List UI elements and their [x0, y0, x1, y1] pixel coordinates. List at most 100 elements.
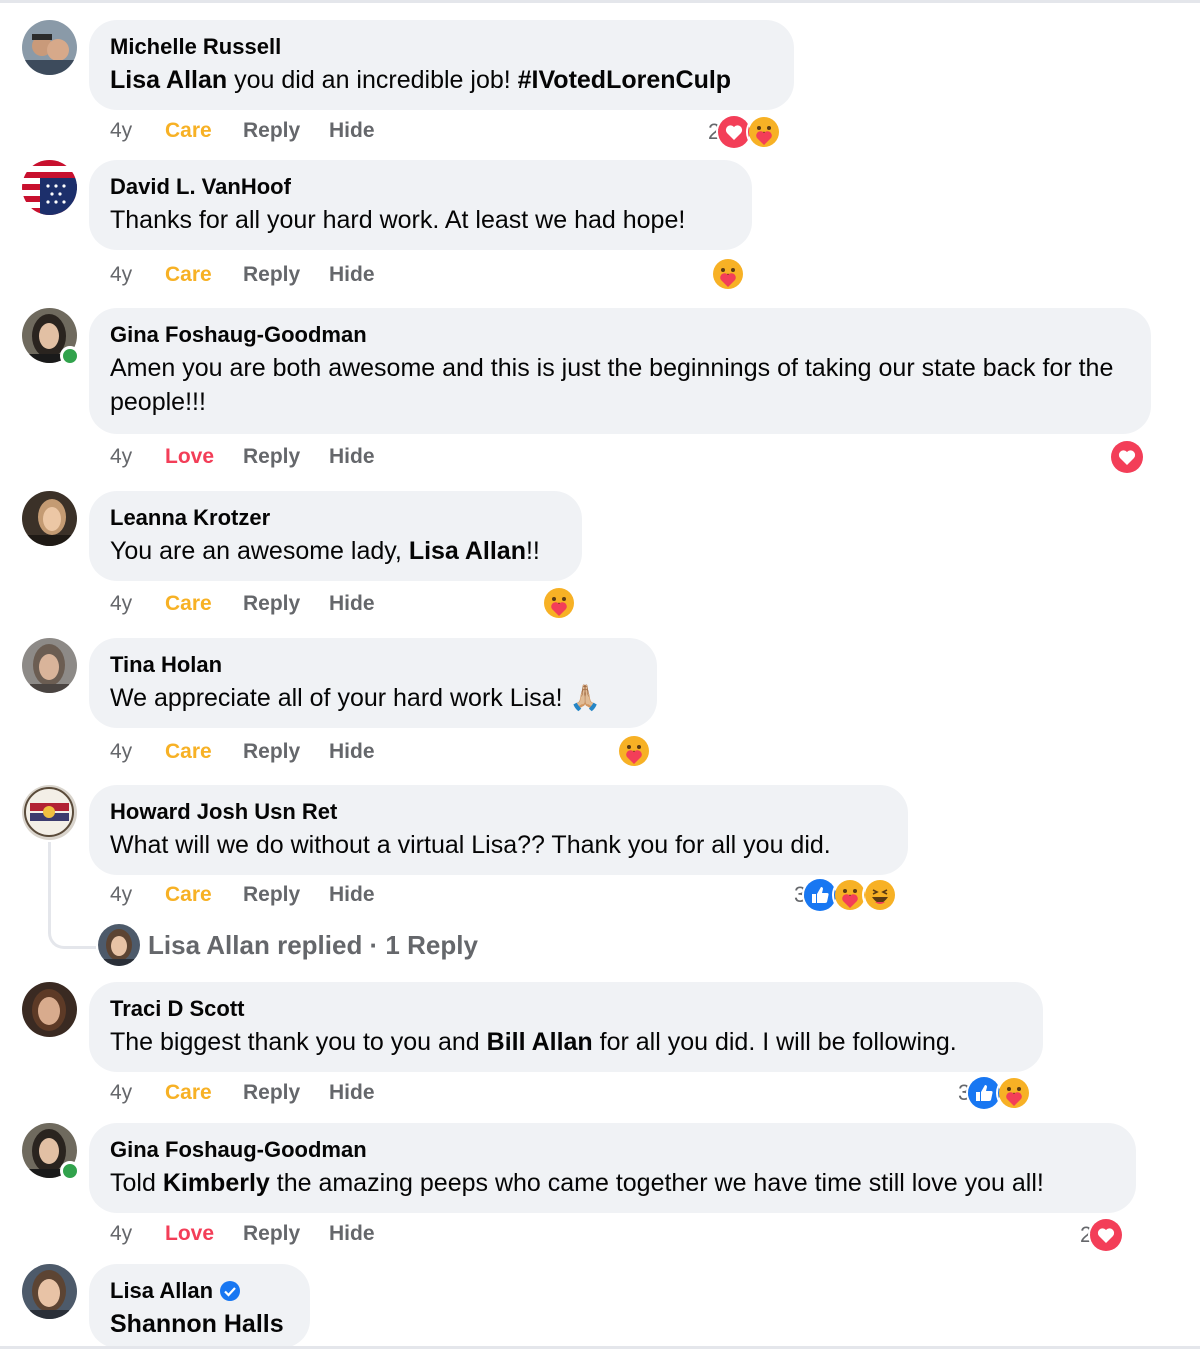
comment-text: What will we do without a virtual Lisa??… [110, 831, 831, 859]
avatar[interactable] [22, 20, 77, 75]
hide-button[interactable]: Hide [329, 263, 375, 287]
heart-icon [1109, 439, 1145, 475]
comment-bubble: Leanna Krotzer You are an awesome lady, … [89, 491, 582, 581]
timestamp[interactable]: 4y [110, 445, 165, 469]
comment-author[interactable]: Tina Holan [110, 651, 636, 679]
reply-button[interactable]: Reply [243, 119, 329, 143]
reply-button[interactable]: Reply [243, 592, 329, 616]
mention-link[interactable]: Bill Allan [487, 1028, 593, 1056]
react-button[interactable]: Care [165, 740, 243, 764]
reaction-summary[interactable]: 3 [958, 1075, 1033, 1111]
react-button[interactable]: Love [165, 1222, 243, 1246]
care-icon [541, 585, 577, 621]
hashtag-link[interactable]: #IVotedLorenCulp [518, 66, 731, 94]
comment-bubble: Michelle Russell Lisa Allan you did an i… [89, 20, 794, 110]
reply-button[interactable]: Reply [243, 445, 329, 469]
comment-text: Shannon Halls [110, 1307, 289, 1341]
comment-text: Amen you are both awesome and this is ju… [110, 354, 1114, 416]
comment-text: Thanks for all your hard work. At least … [110, 206, 686, 234]
react-button[interactable]: Love [165, 445, 243, 469]
timestamp[interactable]: 4y [110, 1222, 165, 1246]
care-icon [746, 114, 783, 150]
comment-author[interactable]: Howard Josh Usn Ret [110, 798, 887, 826]
care-icon [710, 256, 746, 292]
comment-author[interactable]: Lisa Allan [110, 1277, 213, 1305]
care-icon [996, 1075, 1033, 1111]
reaction-summary[interactable] [541, 585, 577, 621]
reaction-summary[interactable]: 2 [1080, 1217, 1125, 1253]
comment-actions: 4y Care Reply Hide [110, 883, 375, 907]
thread-connector [48, 842, 96, 949]
hide-button[interactable]: Hide [329, 883, 375, 907]
reaction-summary[interactable] [616, 733, 652, 769]
online-status-indicator [60, 346, 80, 366]
comment-author-row: Lisa Allan [110, 1277, 289, 1305]
comment-text: We appreciate all of your hard work Lisa… [110, 684, 601, 712]
comment-actions: 4y Care Reply Hide [110, 592, 375, 616]
timestamp[interactable]: 4y [110, 740, 165, 764]
comment-author[interactable]: Leanna Krotzer [110, 504, 561, 532]
hide-button[interactable]: Hide [329, 1222, 375, 1246]
comment-bubble: Gina Foshaug-Goodman Amen you are both a… [89, 308, 1151, 434]
react-button[interactable]: Care [165, 263, 243, 287]
reply-button[interactable]: Reply [243, 740, 329, 764]
comment-bubble: Howard Josh Usn Ret What will we do with… [89, 785, 908, 875]
avatar[interactable] [22, 785, 77, 840]
comment-text: Lisa Allan you did an incredible job! #I… [110, 66, 732, 94]
comment-author[interactable]: Gina Foshaug-Goodman [110, 1136, 1115, 1164]
comment-bubble: Tina Holan We appreciate all of your har… [89, 638, 657, 728]
comment-author[interactable]: Gina Foshaug-Goodman [110, 321, 1130, 349]
verified-badge-icon [219, 1280, 241, 1302]
comment-bubble: Gina Foshaug-Goodman Told Kimberly the a… [89, 1123, 1136, 1213]
react-button[interactable]: Care [165, 1081, 243, 1105]
online-status-indicator [60, 1161, 80, 1181]
avatar[interactable] [22, 1264, 77, 1319]
react-button[interactable]: Care [165, 592, 243, 616]
comment-author[interactable]: Traci D Scott [110, 995, 1022, 1023]
timestamp[interactable]: 4y [110, 119, 165, 143]
timestamp[interactable]: 4y [110, 1081, 165, 1105]
comment-author[interactable]: David L. VanHoof [110, 173, 731, 201]
replies-summary: Lisa Allan replied · 1 Reply [148, 929, 478, 960]
mention-link[interactable]: Shannon Halls [110, 1310, 284, 1338]
mention-link[interactable]: Kimberly [163, 1169, 270, 1197]
timestamp[interactable]: 4y [110, 883, 165, 907]
reply-button[interactable]: Reply [243, 1222, 329, 1246]
comment-actions: 4y Care Reply Hide [110, 1081, 375, 1105]
timestamp[interactable]: 4y [110, 592, 165, 616]
hide-button[interactable]: Hide [329, 592, 375, 616]
react-button[interactable]: Care [165, 883, 243, 907]
reaction-summary[interactable]: 3 [794, 877, 899, 913]
reply-button[interactable]: Reply [243, 1081, 329, 1105]
care-icon [616, 733, 652, 769]
comment-bubble: Traci D Scott The biggest thank you to y… [89, 982, 1043, 1072]
avatar[interactable] [22, 982, 77, 1037]
reaction-summary[interactable]: 2 [708, 114, 783, 150]
react-button[interactable]: Care [165, 119, 243, 143]
comment-bubble: Lisa Allan Shannon Halls [89, 1264, 310, 1348]
comment-actions: 4y Love Reply Hide [110, 445, 375, 469]
reaction-summary[interactable] [710, 256, 746, 292]
hide-button[interactable]: Hide [329, 1081, 375, 1105]
bottom-divider [0, 1346, 1200, 1349]
avatar [98, 924, 140, 966]
hide-button[interactable]: Hide [329, 119, 375, 143]
avatar[interactable] [22, 160, 77, 215]
comment-actions: 4y Care Reply Hide [110, 263, 375, 287]
reaction-summary[interactable] [1109, 439, 1145, 475]
comment-author[interactable]: Michelle Russell [110, 33, 773, 61]
timestamp[interactable]: 4y [110, 263, 165, 287]
view-replies-link[interactable]: Lisa Allan replied · 1 Reply [98, 924, 478, 966]
comment-actions: 4y Love Reply Hide [110, 1222, 375, 1246]
reply-button[interactable]: Reply [243, 263, 329, 287]
avatar[interactable] [22, 491, 77, 546]
reply-button[interactable]: Reply [243, 883, 329, 907]
hide-button[interactable]: Hide [329, 740, 375, 764]
mention-link[interactable]: Lisa Allan [110, 66, 227, 94]
comment-text: Told Kimberly the amazing peeps who came… [110, 1169, 1044, 1197]
comment-bubble: David L. VanHoof Thanks for all your har… [89, 160, 752, 250]
avatar[interactable] [22, 638, 77, 693]
hide-button[interactable]: Hide [329, 445, 375, 469]
mention-link[interactable]: Lisa Allan [409, 537, 526, 565]
top-divider [0, 0, 1200, 3]
